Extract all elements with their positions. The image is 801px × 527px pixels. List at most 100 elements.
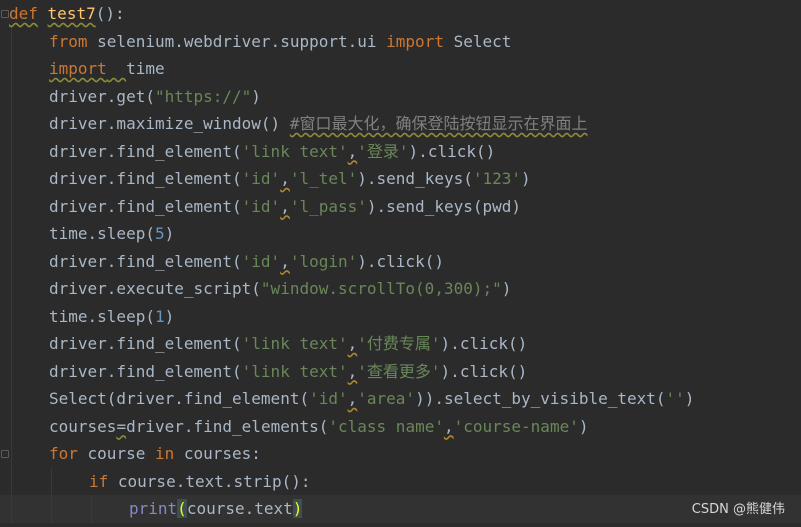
code-token: ).click() (408, 141, 496, 161)
code-token: driver.find_element( (49, 251, 242, 271)
code-token: = (116, 416, 127, 436)
code-token: courses: (174, 444, 261, 463)
code-line[interactable]: driver.find_element('id','l_pass').send_… (0, 192, 801, 220)
code-token: ).click() (357, 251, 444, 271)
code-line[interactable]: time.sleep(1) (0, 302, 801, 331)
code-token: , (347, 141, 358, 161)
code-token: 'id' (241, 196, 281, 216)
indent-guide (11, 247, 12, 275)
code-token: time.sleep( (49, 306, 155, 326)
watermark: CSDN @熊健伟 (691, 502, 785, 517)
code-text: driver.find_element('link text','付费专属').… (49, 330, 527, 358)
code-line[interactable]: driver.execute_script("window.scrollTo(0… (0, 275, 801, 303)
code-line[interactable]: driver.find_element('id','l_tel').send_k… (0, 165, 801, 193)
code-text: driver.get("https://") (49, 83, 261, 111)
code-line[interactable]: driver.find_element('link text','付费专属').… (0, 330, 801, 358)
code-token: '123' (472, 169, 522, 188)
code-line[interactable]: if course.text.strip(): (0, 467, 801, 495)
code-token: time (126, 59, 165, 78)
indent-guide (11, 27, 12, 55)
code-line[interactable]: from selenium.webdriver.support.ui impor… (0, 27, 801, 55)
indent-guide (11, 412, 12, 440)
code-token: driver.find_element( (49, 141, 242, 161)
code-token: ) (164, 224, 175, 243)
code-token: ( (177, 499, 187, 518)
code-line[interactable]: def test7(): (0, 0, 801, 28)
code-text: import time (49, 55, 165, 83)
indent-guide (11, 82, 12, 110)
code-token: ).click() (440, 361, 528, 381)
code-editor[interactable]: def test7(): from selenium.webdriver.supp… (0, 0, 801, 527)
code-token: ) (251, 86, 261, 106)
code-token: course.text (186, 499, 293, 518)
code-token: , (280, 196, 290, 216)
code-line[interactable]: driver.get("https://") (0, 82, 801, 111)
fold-toggle-icon[interactable] (1, 450, 9, 458)
code-line[interactable]: courses=driver.find_elements('class name… (0, 412, 801, 441)
code-token: Select(driver.find_element( (49, 389, 310, 408)
code-line[interactable]: driver.find_element('id','login').click(… (0, 247, 801, 276)
code-token: for (49, 444, 78, 463)
code-text: driver.find_element('id','l_tel').send_k… (49, 165, 531, 193)
code-text: print(course.text) (129, 495, 303, 523)
code-token: driver.execute_script( (49, 279, 261, 298)
code-token: ) (292, 499, 303, 518)
code-text: for course in courses: (49, 440, 261, 468)
code-token: ) (164, 306, 175, 326)
code-text: driver.find_element('id','login').click(… (49, 248, 444, 276)
code-token: , (280, 251, 290, 271)
code-token: courses (49, 416, 117, 436)
code-token: 'login' (289, 251, 358, 271)
code-token: , (347, 334, 358, 353)
code-token: import (386, 31, 444, 51)
indent-guide (11, 302, 12, 330)
code-token: driver.find_element( (49, 361, 242, 381)
code-line[interactable]: driver.find_element('link text','查看更多').… (0, 357, 801, 385)
code-line[interactable]: import time (0, 55, 801, 83)
code-token: ) (684, 389, 695, 408)
code-text: courses=driver.find_elements('class name… (49, 413, 588, 441)
indent-guide (11, 137, 12, 165)
code-token: , (280, 169, 290, 188)
code-line[interactable]: driver.find_element('link text','登录').cl… (0, 137, 801, 166)
code-line[interactable]: for course in courses: (0, 440, 801, 468)
code-token: time.sleep( (49, 224, 155, 243)
code-token: #窗口最大化，确保登陆按钮显示在界面上 (289, 114, 588, 133)
code-token: ).send_keys( (357, 169, 473, 188)
code-text: def test7(): (9, 0, 125, 28)
code-token: driver.find_element( (49, 334, 242, 353)
code-line[interactable]: Select(driver.find_element('id','area'))… (0, 385, 801, 413)
code-token: 'id' (241, 251, 281, 271)
code-text: time.sleep(5) (49, 220, 174, 248)
code-token: from (49, 31, 88, 51)
code-line[interactable]: print(course.text) (0, 495, 801, 523)
code-token: '登录' (357, 141, 409, 161)
code-token: "window.scrollTo(0,300);" (260, 279, 502, 298)
code-text: time.sleep(1) (49, 303, 174, 331)
code-token: driver.find_elements( (126, 416, 329, 436)
indent-guide (11, 220, 12, 248)
indent-guide (11, 385, 12, 413)
indent-guide (11, 330, 12, 358)
code-token: ).click() (440, 334, 528, 353)
code-token: ) (578, 416, 589, 436)
code-token: 'link text' (241, 141, 348, 161)
code-token: course (77, 444, 155, 463)
code-token: import (49, 59, 107, 78)
fold-toggle-icon[interactable] (1, 10, 9, 18)
code-token: if (89, 471, 109, 491)
code-token: 1 (154, 306, 165, 326)
code-token: driver.get( (49, 86, 155, 106)
code-line[interactable]: time.sleep(5) (0, 220, 801, 248)
code-token: 'class name' (328, 416, 444, 436)
indent-guide (11, 467, 12, 495)
code-token: def (9, 4, 38, 23)
code-token: driver.find_element( (49, 196, 242, 216)
code-token: '' (665, 389, 685, 408)
code-line[interactable]: driver.maximize_window() #窗口最大化，确保登陆按钮显示… (0, 110, 801, 138)
indent-guide (11, 440, 12, 468)
indent-guide (11, 275, 12, 303)
code-text: driver.find_element('link text','登录').cl… (49, 138, 495, 166)
code-token: ) (521, 169, 531, 188)
